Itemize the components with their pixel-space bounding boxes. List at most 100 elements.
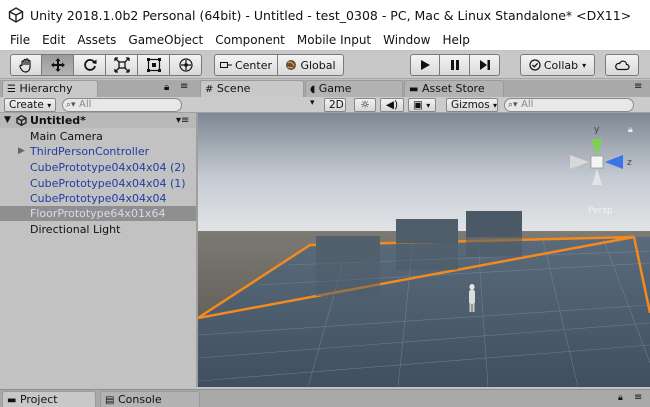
scene-root-row[interactable]: ▼ Untitled* ▾≡ xyxy=(0,113,196,128)
lock-icon[interactable]: 🔒︎ xyxy=(628,125,633,135)
hierarchy-tree: ▼ Untitled* ▾≡ Main Camera ▶ ThirdPerson… xyxy=(0,113,196,387)
window-title: Unity 2018.1.0b2 Personal (64bit) - Unti… xyxy=(30,7,632,23)
move-tool-button[interactable] xyxy=(42,54,74,76)
audio-toggle[interactable]: ◀︎) xyxy=(380,98,404,112)
hierarchy-search-input[interactable]: ⌕▾ All xyxy=(62,98,182,112)
tab-console[interactable]: ▤ Console xyxy=(100,391,200,407)
tab-hierarchy[interactable]: ☰ Hierarchy xyxy=(2,80,98,97)
panel-menu-icon[interactable]: ≡ xyxy=(634,392,642,403)
tab-hierarchy-label: Hierarchy xyxy=(19,82,73,95)
play-button[interactable] xyxy=(410,54,440,76)
hierarchy-item[interactable]: CubePrototype04x04x04 (1) xyxy=(0,176,196,191)
scene-render: y z Persp 🔒︎ xyxy=(198,113,650,387)
menu-bar: File Edit Assets GameObject Component Mo… xyxy=(0,30,650,50)
hierarchy-item-selected[interactable]: FloorPrototype64x01x64 xyxy=(0,206,196,221)
tab-game-label: Game xyxy=(318,82,352,95)
menu-window[interactable]: Window xyxy=(377,30,436,50)
rotate-tool-button[interactable] xyxy=(74,54,106,76)
tab-project-label: Project xyxy=(19,393,58,406)
tab-scene[interactable]: # Scene xyxy=(200,80,304,97)
hierarchy-item-label: Directional Light xyxy=(30,223,121,236)
hierarchy-tab-bar: ☰ Hierarchy 🔒︎ ≡ xyxy=(0,80,196,97)
hierarchy-item-label: CubePrototype04x04x04 xyxy=(30,192,167,205)
unity-logo-icon xyxy=(8,7,24,23)
panel-menu-icon[interactable]: ≡ xyxy=(634,81,642,92)
hierarchy-item[interactable]: Main Camera xyxy=(0,129,196,144)
main-toolbar: Center Global Collab ▾ xyxy=(0,51,650,79)
effects-toggle[interactable]: ▣ ▾ xyxy=(408,98,436,112)
foldout-expanded-icon[interactable]: ▼ xyxy=(4,113,11,128)
create-button[interactable]: Create ▾ xyxy=(4,98,56,112)
grid-icon: # xyxy=(205,84,214,95)
step-icon xyxy=(479,60,490,70)
hierarchy-item-label: CubePrototype04x04x04 (1) xyxy=(30,177,186,190)
lighting-toggle[interactable]: ☼ xyxy=(354,98,376,112)
gizmos-dropdown[interactable]: Gizmos ▾ xyxy=(446,98,498,112)
menu-help[interactable]: Help xyxy=(436,30,475,50)
foldout-collapsed-icon[interactable]: ▶ xyxy=(18,144,25,159)
lock-icon[interactable]: 🔒︎ xyxy=(164,82,169,93)
chevron-down-icon[interactable]: ▾ xyxy=(310,98,315,108)
gizmo-persp-label[interactable]: Persp xyxy=(588,206,613,216)
tab-project[interactable]: ▬ Project xyxy=(2,391,96,407)
hierarchy-item[interactable]: ▶ ThirdPersonController xyxy=(0,144,196,159)
collab-controls: Collab ▾ xyxy=(520,54,595,76)
chevron-down-icon: ▾ xyxy=(582,60,587,70)
search-icon: ⌕▾ xyxy=(508,100,518,110)
cloud-controls xyxy=(605,54,639,76)
menu-assets[interactable]: Assets xyxy=(71,30,122,50)
scale-tool-icon xyxy=(113,57,130,73)
collab-label: Collab xyxy=(543,58,579,72)
mode-2d-button[interactable]: 2D xyxy=(324,98,346,112)
scene-search-input[interactable]: ⌕▾ All xyxy=(504,98,634,112)
collab-button[interactable]: Collab ▾ xyxy=(520,54,595,76)
menu-file[interactable]: File xyxy=(4,30,36,50)
hand-tool-icon xyxy=(19,58,31,73)
image-icon: ▣ xyxy=(413,99,423,111)
space-global-button[interactable]: Global xyxy=(278,54,344,76)
transform-tool-button[interactable] xyxy=(170,54,202,76)
play-icon xyxy=(421,60,430,70)
panel-menu-icon[interactable]: ≡ xyxy=(180,81,188,92)
lock-icon[interactable]: 🔒︎ xyxy=(618,393,623,403)
tab-game[interactable]: ◖ Game xyxy=(305,80,403,97)
scene-search-placeholder: All xyxy=(521,99,534,110)
hierarchy-item[interactable]: Directional Light xyxy=(0,222,196,237)
scene-viewport[interactable]: y z Persp 🔒︎ xyxy=(198,113,650,387)
step-button[interactable] xyxy=(470,54,500,76)
scale-tool-button[interactable] xyxy=(106,54,138,76)
chevron-down-icon: ▾ xyxy=(47,101,52,110)
hierarchy-item-label: ThirdPersonController xyxy=(30,145,150,158)
hierarchy-item-label: FloorPrototype64x01x64 xyxy=(30,207,166,220)
pivot-center-button[interactable]: Center xyxy=(214,54,278,76)
cloud-button[interactable] xyxy=(605,54,639,76)
list-icon: ☰ xyxy=(7,84,16,95)
chevron-down-icon: ▾ xyxy=(493,101,498,110)
menu-edit[interactable]: Edit xyxy=(36,30,71,50)
tab-asset-store[interactable]: ▬ Asset Store xyxy=(404,80,504,97)
hierarchy-item[interactable]: CubePrototype04x04x04 (2) xyxy=(0,160,196,175)
menu-component[interactable]: Component xyxy=(209,30,291,50)
console-icon: ▤ xyxy=(105,395,115,406)
gizmo-center-cube[interactable] xyxy=(590,155,604,169)
cube-left xyxy=(316,236,380,296)
pivot-icon xyxy=(219,62,232,68)
hierarchy-item[interactable]: CubePrototype04x04x04 xyxy=(0,191,196,206)
scene-menu-icon[interactable]: ▾≡ xyxy=(176,113,189,128)
rect-tool-button[interactable] xyxy=(138,54,170,76)
menu-mobile-input[interactable]: Mobile Input xyxy=(291,30,377,50)
pause-button[interactable] xyxy=(440,54,470,76)
menu-gameobject[interactable]: GameObject xyxy=(122,30,209,50)
rotate-tool-icon xyxy=(83,59,96,71)
tab-console-label: Console xyxy=(117,393,162,406)
playback-controls xyxy=(410,54,500,76)
hierarchy-item-label: Main Camera xyxy=(30,130,103,143)
pause-icon xyxy=(450,60,459,70)
pivot-controls: Center Global xyxy=(214,54,344,76)
unity-scene-icon xyxy=(16,115,27,126)
speaker-icon: ◀︎) xyxy=(385,99,399,111)
transform-tool-icon xyxy=(178,58,193,72)
hierarchy-search-placeholder: All xyxy=(79,99,92,110)
hand-tool-button[interactable] xyxy=(10,54,42,76)
scene-name: Untitled* xyxy=(30,114,86,127)
